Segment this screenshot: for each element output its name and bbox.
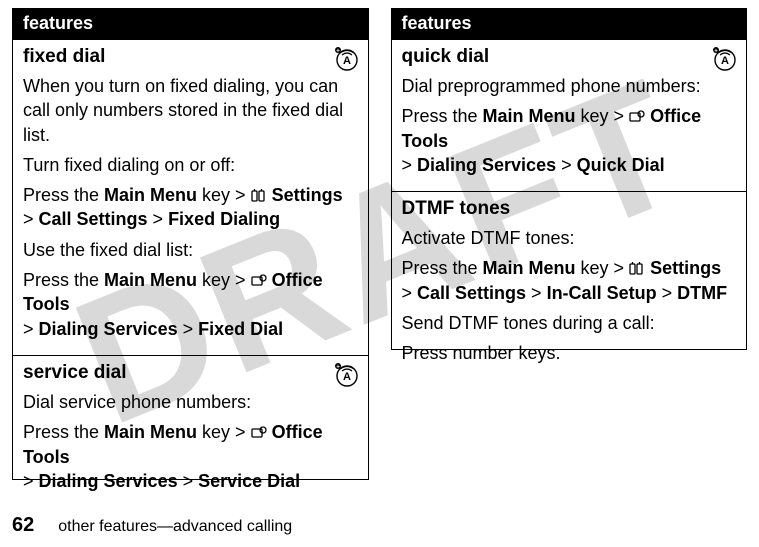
menu-key: Main Menu [483,106,576,126]
text: > [402,283,418,303]
text: Press the [402,106,483,126]
page-body: features A + fixed dial When you turn on… [0,0,759,480]
settings-icon [629,262,645,276]
menu-item: Fixed Dial [198,319,283,339]
text: > [178,471,199,491]
row-dtmf-tones: DTMF tones Activate DTMF tones: Press th… [392,192,747,379]
svg-text:A: A [721,55,729,67]
menu-item: Dialing Services [417,155,556,175]
text: > [23,319,39,339]
right-header: features [392,9,747,40]
body-text: Send DTMF tones during a call: [402,311,737,335]
row-quick-dial: A + quick dial Dial preprogrammed phone … [392,40,747,192]
row-body: Dial preprogrammed phone numbers: Press … [402,74,737,177]
row-title: quick dial [402,46,737,68]
body-text: Dial preprogrammed phone numbers: [402,74,737,98]
body-text: Turn fixed dialing on or off: [23,153,358,177]
svg-text:A: A [343,371,351,383]
menu-item: Call Settings [39,209,148,229]
left-header: features [13,9,368,40]
body-text: When you turn on fixed dialing, you can … [23,74,358,147]
row-title: DTMF tones [402,198,737,220]
text: Press the [23,422,104,442]
text: > [526,283,547,303]
menu-item: Dialing Services [39,471,178,491]
left-column: features A + fixed dial When you turn on… [12,8,369,480]
nav-path: Press the Main Menu key > Office Tools >… [23,268,358,341]
settings-icon [251,189,267,203]
text: key > [197,185,251,205]
svg-text:+: + [714,49,718,55]
row-body: Dial service phone numbers: Press the Ma… [23,390,358,493]
row-title: service dial [23,362,358,384]
text: > [556,155,577,175]
text: key > [576,106,630,126]
body-text: Use the fixed dial list: [23,238,358,262]
svg-text:A: A [343,55,351,67]
body-text: Dial service phone numbers: [23,390,358,414]
menu-item: Quick Dial [577,155,665,175]
row-body: Activate DTMF tones: Press the Main Menu… [402,226,737,365]
body-text: Activate DTMF tones: [402,226,737,250]
menu-key: Main Menu [104,422,197,442]
menu-item: In-Call Setup [547,283,657,303]
menu-key: Main Menu [104,185,197,205]
row-title: fixed dial [23,46,358,68]
text: > [657,283,678,303]
menu-item: Fixed Dialing [168,209,280,229]
text: > [178,319,199,339]
nav-path: Press the Main Menu key > Office Tools >… [23,420,358,493]
text: key > [576,258,630,278]
row-service-dial: A + service dial Dial service phone numb… [13,356,368,507]
menu-key: Main Menu [104,270,197,290]
text: > [148,209,169,229]
text: > [402,155,418,175]
network-badge-icon: A + [334,362,360,388]
text: Press the [23,185,104,205]
text: Press the [23,270,104,290]
nav-path: Press the Main Menu key > Settings > Cal… [23,183,358,232]
office-tools-icon [251,426,267,440]
menu-item: Settings [650,258,721,278]
body-text: Press number keys. [402,341,737,365]
menu-key: Main Menu [483,258,576,278]
row-body: When you turn on fixed dialing, you can … [23,74,358,341]
svg-text:+: + [336,49,340,55]
text: key > [197,270,251,290]
nav-path: Press the Main Menu key > Office Tools >… [402,104,737,177]
page-number: 62 [12,514,34,537]
text: key > [197,422,251,442]
menu-item: Dialing Services [39,319,178,339]
text: > [23,209,39,229]
menu-item: Settings [272,185,343,205]
network-badge-icon: A + [712,46,738,72]
nav-path: Press the Main Menu key > Settings > Cal… [402,256,737,305]
menu-item: Service Dial [198,471,300,491]
office-tools-icon [251,274,267,288]
text: > [23,471,39,491]
row-fixed-dial: A + fixed dial When you turn on fixed di… [13,40,368,356]
office-tools-icon [629,110,645,124]
text: Press the [402,258,483,278]
svg-text:+: + [336,364,340,370]
menu-item: Call Settings [417,283,526,303]
page-footer: 62 other features—advanced calling [12,514,292,537]
right-column: features A + quick dial Dial preprogramm… [391,8,748,350]
network-badge-icon: A + [334,46,360,72]
footer-text: other features—advanced calling [58,518,292,536]
menu-item: DTMF [677,283,727,303]
